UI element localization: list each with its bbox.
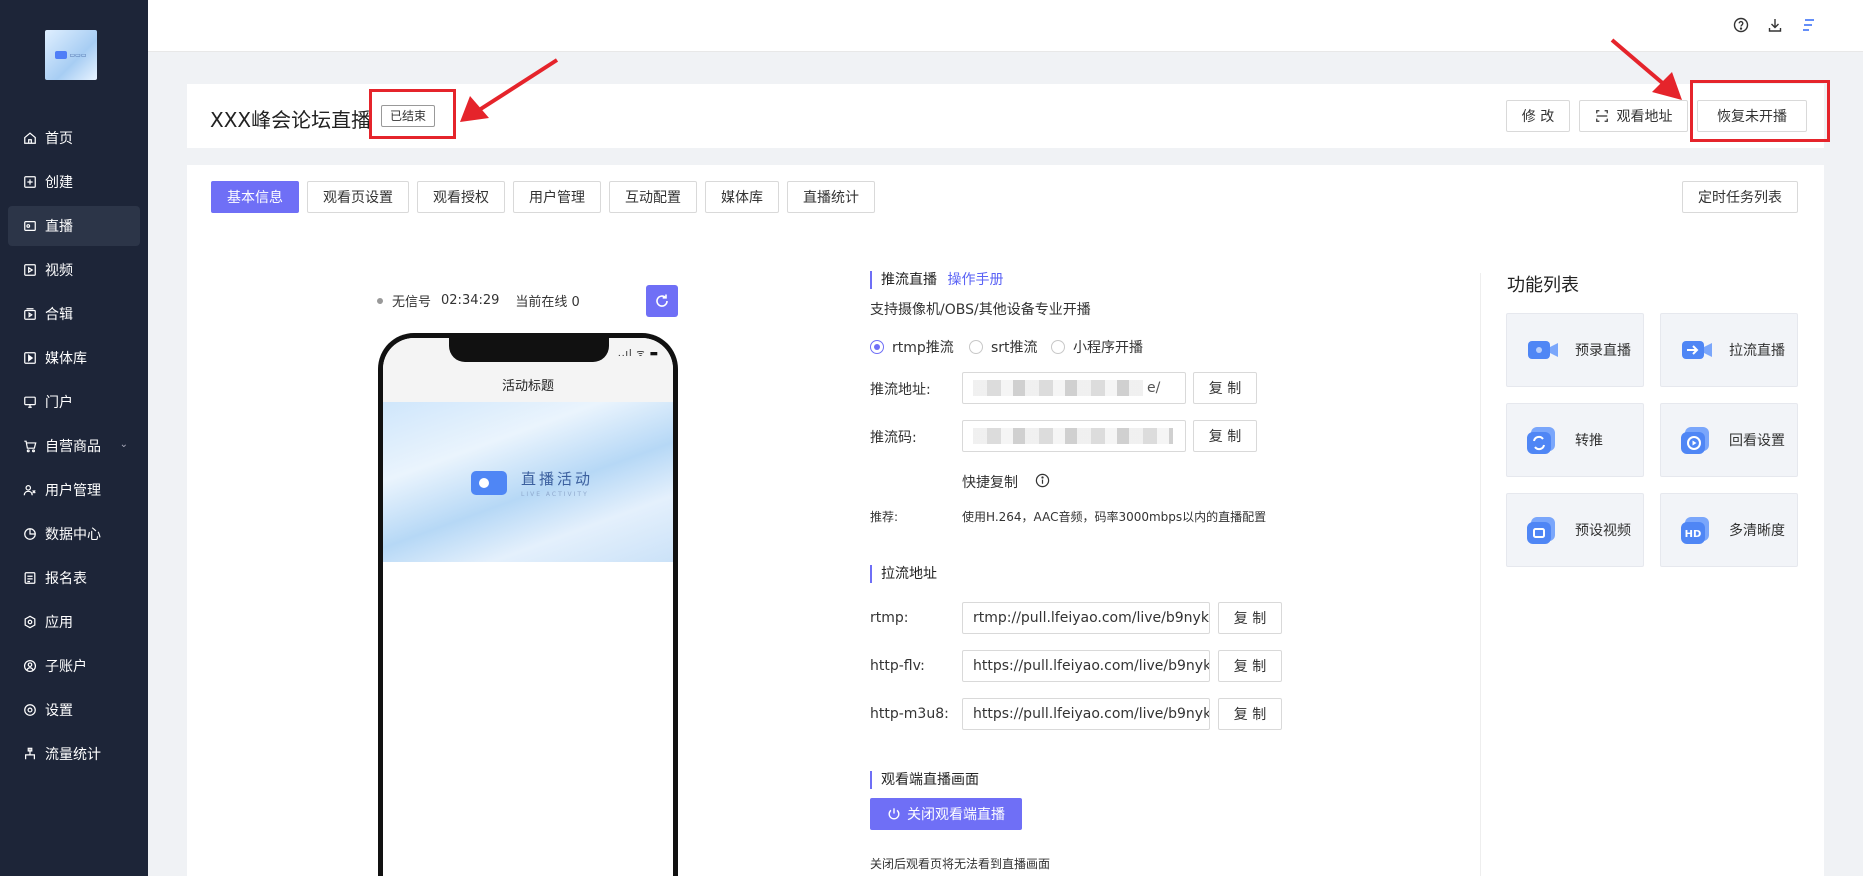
copy-pull-m3u8-button[interactable]: 复 制	[1218, 698, 1282, 730]
hd-icon: HD	[1679, 512, 1715, 548]
feature-list-title: 功能列表	[1507, 275, 1579, 296]
pull-label-rtmp: rtmp:	[870, 610, 909, 626]
stream-time: 02:34:29	[441, 293, 500, 308]
phone-activity-title: 活动标题	[501, 379, 554, 394]
feature-label: 多清晰度	[1729, 523, 1785, 539]
signal-dot-icon	[377, 297, 383, 304]
tab-watch-page-settings[interactable]: 观看页设置	[307, 181, 409, 213]
replay-settings-icon	[1679, 422, 1715, 458]
push-code-field[interactable]	[962, 420, 1186, 452]
refresh-icon	[654, 293, 670, 309]
push-title-text: 推流直播	[881, 272, 937, 288]
camera-icon	[471, 471, 507, 495]
radio-label: rtmp推流	[892, 340, 954, 356]
feature-multi-definition[interactable]: HD 多清晰度	[1660, 493, 1798, 567]
pull-rtmp-field[interactable]: rtmp://pull.lfeiyao.com/live/b9nykv5	[962, 602, 1210, 634]
pull-m3u8-field[interactable]: https://pull.lfeiyao.com/live/b9nykv5	[962, 698, 1210, 730]
tab-user-management[interactable]: 用户管理	[513, 181, 601, 213]
feature-pull-stream-live[interactable]: 拉流直播	[1660, 313, 1798, 387]
push-address-label: 推流地址:	[870, 382, 931, 398]
feature-label: 回看设置	[1729, 433, 1785, 449]
redacted-blur	[973, 380, 1143, 396]
close-viewer-live-button[interactable]: 关闭观看端直播	[870, 798, 1022, 830]
pull-section-title: 拉流地址	[870, 565, 937, 583]
radio-unchecked-icon	[1051, 340, 1065, 354]
radio-srt[interactable]: srt推流	[969, 337, 1038, 357]
close-viewer-live-label: 关闭观看端直播	[907, 807, 1005, 823]
pull-flv-field[interactable]: https://pull.lfeiyao.com/live/b9nykv5	[962, 650, 1210, 682]
phone-preview: ..ıl ᯤ ▬ 活动标题 直播活动 LIVE ACTIVITY	[378, 333, 678, 876]
quick-copy-link[interactable]: 快捷复制	[962, 472, 1018, 492]
banner-title: 直播活动	[521, 470, 594, 488]
feature-label: 转推	[1575, 433, 1603, 449]
feature-repush[interactable]: 转推	[1506, 403, 1644, 477]
signal-text: 无信号	[392, 295, 432, 310]
pull-label-flv: http-flv:	[870, 658, 925, 674]
feature-preset-video[interactable]: 预设视频	[1506, 493, 1644, 567]
copy-pull-rtmp-button[interactable]: 复 制	[1218, 602, 1282, 634]
radio-checked-icon	[870, 340, 884, 354]
redacted-blur	[973, 428, 1173, 444]
stream-status: 无信号 02:34:29 当前在线 0	[377, 291, 580, 310]
viewer-section-title: 观看端直播画面	[870, 771, 979, 789]
radio-label: 小程序开播	[1073, 340, 1143, 356]
recommend-text: 使用H.264，AAC音频，码率3000mbps以内的直播配置	[962, 510, 1267, 524]
manual-link[interactable]: 操作手册	[947, 272, 1003, 288]
phone-status-icons: ..ıl ᯤ ▬	[617, 349, 659, 359]
pull-stream-icon	[1679, 332, 1715, 368]
radio-miniprogram[interactable]: 小程序开播	[1051, 337, 1143, 357]
push-address-field[interactable]: e/	[962, 372, 1186, 404]
tab-interaction-config[interactable]: 互动配置	[609, 181, 697, 213]
banner-subtitle: LIVE ACTIVITY	[521, 491, 589, 498]
recommend-label: 推荐:	[870, 510, 899, 524]
feature-label: 预录直播	[1575, 343, 1631, 359]
radio-label: srt推流	[991, 340, 1038, 356]
preset-video-icon	[1525, 512, 1561, 548]
feature-prerecord-live[interactable]: 预录直播	[1506, 313, 1644, 387]
tab-watch-auth[interactable]: 观看授权	[417, 181, 505, 213]
copy-push-code-button[interactable]: 复 制	[1193, 420, 1257, 452]
push-address-suffix: e/	[1147, 380, 1161, 396]
tab-media-library[interactable]: 媒体库	[705, 181, 779, 213]
push-code-label: 推流码:	[870, 430, 917, 446]
push-section-title: 推流直播 操作手册	[870, 271, 1003, 289]
tab-live-stats[interactable]: 直播统计	[787, 181, 875, 213]
repush-icon	[1525, 422, 1561, 458]
feature-label: 预设视频	[1575, 523, 1631, 539]
svg-text:HD: HD	[1685, 529, 1702, 540]
phone-notch	[449, 338, 609, 362]
feature-replay-settings[interactable]: 回看设置	[1660, 403, 1798, 477]
radio-rtmp[interactable]: rtmp推流	[870, 337, 954, 357]
online-count: 当前在线 0	[515, 295, 580, 310]
main-panel: 基本信息 观看页设置 观看授权 用户管理 互动配置 媒体库 直播统计 定时任务列…	[187, 165, 1824, 876]
scheduled-tasks-button[interactable]: 定时任务列表	[1682, 181, 1798, 213]
refresh-button[interactable]	[646, 285, 678, 317]
radio-unchecked-icon	[969, 340, 983, 354]
annotation-arrow-icon	[460, 38, 1682, 122]
prerecord-camera-icon	[1525, 332, 1561, 368]
copy-push-address-button[interactable]: 复 制	[1193, 372, 1257, 404]
pull-label-m3u8: http-m3u8:	[870, 706, 949, 722]
tab-basic-info[interactable]: 基本信息	[211, 181, 299, 213]
copy-pull-flv-button[interactable]: 复 制	[1218, 650, 1282, 682]
push-description: 支持摄像机/OBS/其他设备专业开播	[870, 302, 1091, 318]
viewer-note: 关闭后观看页将无法看到直播画面	[870, 857, 1051, 871]
divider	[1480, 273, 1481, 876]
power-icon	[887, 807, 901, 821]
feature-label: 拉流直播	[1729, 343, 1785, 359]
info-icon[interactable]	[1035, 473, 1050, 488]
live-banner: 直播活动 LIVE ACTIVITY	[383, 402, 673, 562]
